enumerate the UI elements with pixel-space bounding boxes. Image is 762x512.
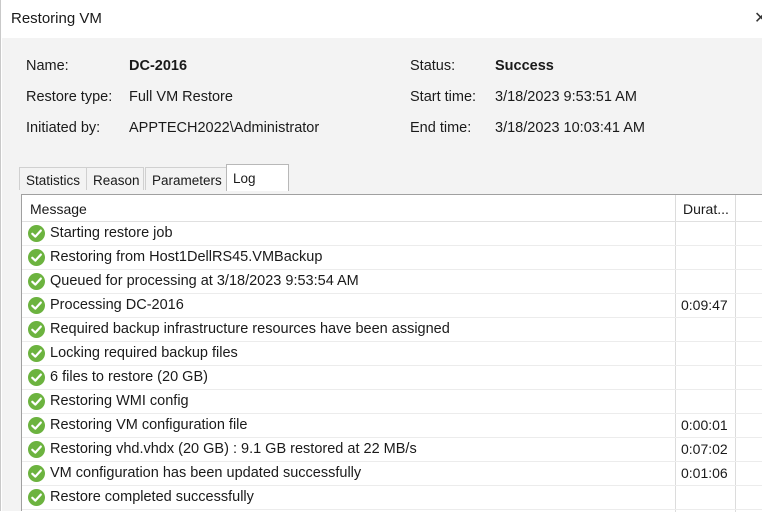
end-time-value: 3/18/2023 10:03:41 AM bbox=[495, 120, 645, 136]
log-message: 6 files to restore (20 GB) bbox=[50, 369, 208, 385]
restore-info-panel: Name: DC-2016 Restore type: Full VM Rest… bbox=[2, 38, 762, 158]
log-message: Locking required backup files bbox=[50, 345, 238, 361]
log-message: Required backup infrastructure resources… bbox=[50, 321, 450, 337]
tab-statistics[interactable]: Statistics bbox=[19, 167, 87, 190]
log-message: Restore completed successfully bbox=[50, 489, 254, 505]
name-label: Name: bbox=[26, 58, 69, 74]
end-time-label: End time: bbox=[410, 120, 472, 136]
log-row[interactable]: Locking required backup files bbox=[22, 342, 762, 366]
close-icon[interactable]: ✕ bbox=[754, 8, 762, 28]
initiated-by-label: Initiated by: bbox=[26, 120, 101, 136]
details-area: Statistics Reason Parameters Log Message… bbox=[2, 158, 762, 512]
tab-log[interactable]: Log bbox=[226, 164, 289, 191]
log-message: Restoring from Host1DellRS45.VMBackup bbox=[50, 249, 323, 265]
log-row[interactable]: Queued for processing at 3/18/2023 9:53:… bbox=[22, 270, 762, 294]
log-message: Processing DC-2016 bbox=[50, 297, 184, 313]
log-duration: 0:00:01 bbox=[681, 417, 728, 433]
log-duration: 0:09:47 bbox=[681, 297, 728, 313]
log-row[interactable]: Restoring VM configuration file 0:00:01 bbox=[22, 414, 762, 438]
success-check-icon bbox=[28, 465, 45, 482]
message-column-header[interactable]: Message bbox=[30, 201, 87, 217]
success-check-icon bbox=[28, 345, 45, 362]
log-row[interactable]: Restoring WMI config bbox=[22, 390, 762, 414]
title-bar: Restoring VM ✕ bbox=[1, 0, 762, 38]
success-check-icon bbox=[28, 297, 45, 314]
log-message: Restoring VM configuration file bbox=[50, 417, 248, 433]
log-row[interactable]: 6 files to restore (20 GB) bbox=[22, 366, 762, 390]
restoring-vm-window: Restoring VM ✕ Name: DC-2016 Restore typ… bbox=[0, 0, 762, 512]
success-check-icon bbox=[28, 225, 45, 242]
success-check-icon bbox=[28, 441, 45, 458]
log-duration: 0:07:02 bbox=[681, 441, 728, 457]
log-message: VM configuration has been updated succes… bbox=[50, 465, 362, 481]
name-value: DC-2016 bbox=[129, 58, 188, 74]
tab-reason[interactable]: Reason bbox=[86, 167, 144, 190]
restore-type-value: Full VM Restore bbox=[129, 89, 233, 105]
success-check-icon bbox=[28, 249, 45, 266]
log-duration: 0:01:06 bbox=[681, 465, 728, 481]
success-check-icon bbox=[28, 489, 45, 506]
log-message: Restoring WMI config bbox=[50, 393, 189, 409]
success-check-icon bbox=[28, 417, 45, 434]
status-label: Status: bbox=[410, 58, 456, 74]
window-title: Restoring VM bbox=[11, 10, 102, 27]
log-message: Restoring vhd.vhdx (20 GB) : 9.1 GB rest… bbox=[50, 441, 417, 457]
status-value: Success bbox=[495, 58, 554, 74]
log-header-row: Message Durat... bbox=[22, 195, 762, 222]
log-row[interactable]: Restoring vhd.vhdx (20 GB) : 9.1 GB rest… bbox=[22, 438, 762, 462]
duration-column-header[interactable]: Durat... bbox=[683, 201, 729, 217]
success-check-icon bbox=[28, 321, 45, 338]
start-time-value: 3/18/2023 9:53:51 AM bbox=[495, 89, 637, 105]
log-row[interactable]: Required backup infrastructure resources… bbox=[22, 318, 762, 342]
log-row[interactable]: VM configuration has been updated succes… bbox=[22, 462, 762, 486]
log-message: Queued for processing at 3/18/2023 9:53:… bbox=[50, 273, 359, 289]
initiated-by-value: APPTECH2022\Administrator bbox=[129, 120, 320, 136]
success-check-icon bbox=[28, 273, 45, 290]
log-grid[interactable]: Message Durat... Starting restore job Res… bbox=[21, 194, 762, 512]
log-row[interactable]: Starting restore job bbox=[22, 222, 762, 246]
start-time-label: Start time: bbox=[410, 89, 477, 105]
restore-type-label: Restore type: bbox=[26, 89, 113, 105]
log-row[interactable]: Restoring from Host1DellRS45.VMBackup bbox=[22, 246, 762, 270]
success-check-icon bbox=[28, 369, 45, 386]
log-row[interactable]: Restore completed successfully bbox=[22, 486, 762, 510]
success-check-icon bbox=[28, 393, 45, 410]
log-message: Starting restore job bbox=[50, 225, 173, 241]
tab-parameters[interactable]: Parameters bbox=[145, 167, 227, 190]
log-row[interactable]: Processing DC-2016 0:09:47 bbox=[22, 294, 762, 318]
